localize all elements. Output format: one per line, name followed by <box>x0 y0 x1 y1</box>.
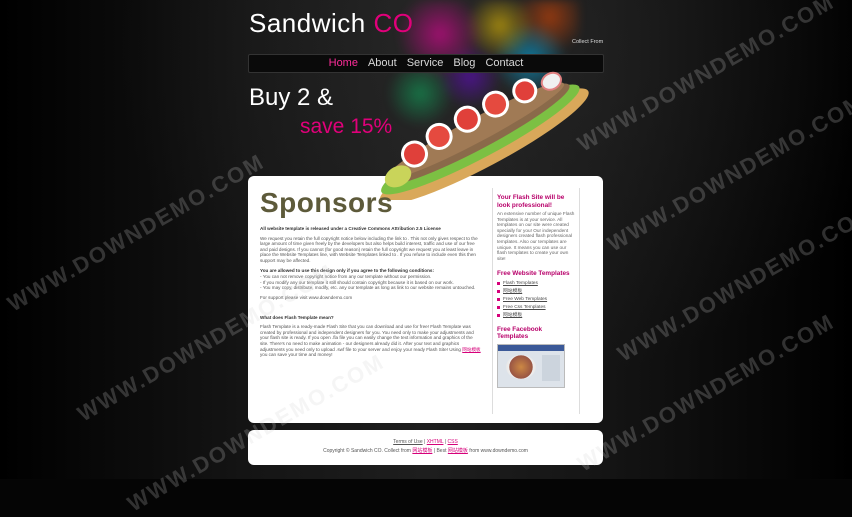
promo-headline: Buy 2 & <box>249 84 334 111</box>
sidebar-free-title: Free Website Templates <box>497 270 570 278</box>
allowed-heading: You are allowed to use this design only … <box>260 267 434 273</box>
site-logo[interactable]: Sandwich CO <box>249 8 413 39</box>
condition-item: - You may copy, distribute, modify, etc.… <box>260 285 476 291</box>
collect-from-text: Collect From <box>572 39 604 45</box>
sidebar-link-list: Flash Templates 网站模板 Free Web Templates … <box>497 280 575 320</box>
footer-css-link[interactable]: CSS <box>448 439 458 445</box>
flash-heading: What does Flash Template mean? <box>260 314 334 320</box>
sidebar-link[interactable]: Free Web Templates <box>497 296 575 304</box>
flash-templates-link[interactable]: 网站模板 <box>462 347 480 352</box>
flash-body: Flash Template is a ready-made Flash Sit… <box>260 324 482 358</box>
license-heading: All website template is released under a… <box>260 226 441 231</box>
footer-collect-link[interactable]: 网站模板 <box>412 448 432 454</box>
facebook-header-bar <box>498 344 564 351</box>
footer-terms-link[interactable]: Terms of Use <box>393 439 422 445</box>
sidebar-link[interactable]: 网站模板 <box>497 288 575 296</box>
sidebar: Your Flash Site will be look professiona… <box>492 188 580 414</box>
thumbnail-sidebar <box>542 354 560 381</box>
logo-accent-text: CO <box>373 8 414 38</box>
footer-best-link[interactable]: 网站模板 <box>448 448 468 454</box>
support-text: For support please visit www.downdemo.co… <box>260 294 353 300</box>
license-body: We request you retain the full copyright… <box>260 235 478 263</box>
flash-body-text: Flash Template is a ready-made Flash Sit… <box>260 324 474 352</box>
flash-body-tail: you can save your time and money! <box>260 352 333 358</box>
sidebar-link[interactable]: 网站模板 <box>497 312 575 320</box>
sidebar-promo-title: Your Flash Site will be look professiona… <box>497 194 565 209</box>
sidebar-link[interactable]: Free Css Templates <box>497 304 575 312</box>
sidebar-facebook-title: Free Facebook Templates <box>497 325 543 341</box>
page-title: Sponsors <box>260 187 394 218</box>
logo-main-text: Sandwich <box>249 8 374 38</box>
facebook-template-thumbnail[interactable] <box>497 343 565 388</box>
sidebar-promo-text: An extensive number of unique Flash Temp… <box>497 211 575 261</box>
main-content: All website template is released under a… <box>260 226 482 362</box>
food-plate-image <box>506 354 536 379</box>
sandwich-image <box>379 71 589 200</box>
sidebar-link[interactable]: Flash Templates <box>497 280 575 288</box>
footer-copyright: Copyright © Sandwich CO. Collect from 网站… <box>323 448 528 454</box>
footer-xhtml-link[interactable]: XHTML <box>427 439 444 445</box>
footer-links: Terms of Use | XHTML | CSS <box>393 439 458 445</box>
